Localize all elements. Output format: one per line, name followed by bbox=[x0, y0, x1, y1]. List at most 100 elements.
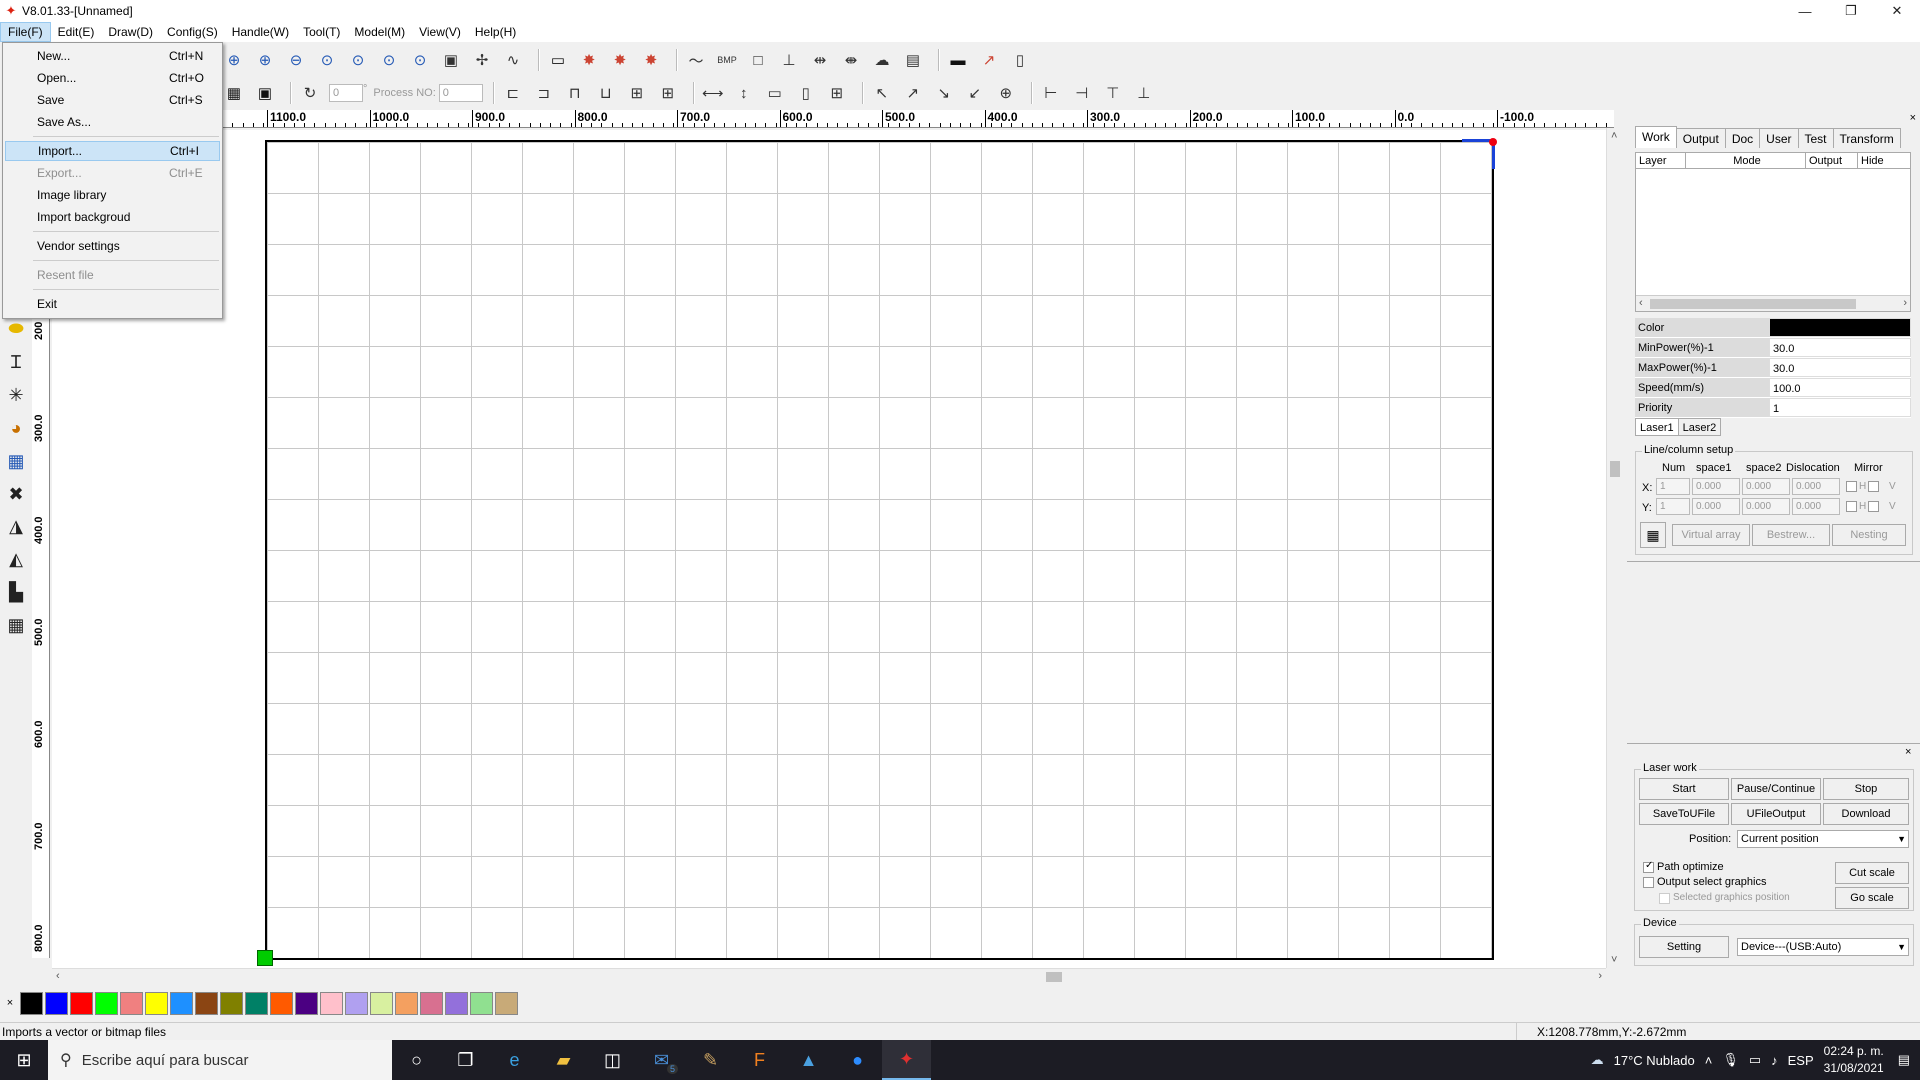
menu-item-exit[interactable]: Exit bbox=[5, 294, 220, 314]
menu-item-save[interactable]: Save Ctrl+S bbox=[5, 90, 220, 110]
menu-view[interactable]: View(V) bbox=[412, 22, 468, 42]
corner-tr-icon[interactable]: ↗ bbox=[901, 81, 925, 105]
scroll-up-icon[interactable]: ˄ bbox=[1611, 130, 1617, 142]
stop-button[interactable]: Stop bbox=[1823, 778, 1909, 800]
array-setup-icon[interactable]: ▦ bbox=[1640, 522, 1666, 548]
smooth-curve-icon[interactable]: 〜 bbox=[684, 48, 708, 72]
hide-col-header[interactable]: Hide bbox=[1858, 153, 1910, 168]
color-swatch[interactable] bbox=[170, 991, 193, 1015]
tab-laser1[interactable]: Laser1 bbox=[1635, 418, 1679, 436]
mirror-h-icon[interactable]: ◮ bbox=[3, 515, 29, 538]
horizontal-scrollbar[interactable]: ‹ › bbox=[52, 968, 1606, 984]
nesting-button[interactable]: Nesting bbox=[1832, 524, 1906, 546]
menu-handle[interactable]: Handle(W) bbox=[225, 22, 296, 42]
frame-tool-icon[interactable]: ▙ bbox=[3, 581, 29, 604]
menu-item-export[interactable]: Export... Ctrl+E bbox=[5, 163, 220, 183]
document-icon[interactable]: ▤ bbox=[901, 48, 925, 72]
node-edit-icon[interactable]: ✢ bbox=[470, 48, 494, 72]
color-swatch[interactable] bbox=[370, 991, 393, 1015]
space-v-icon[interactable]: ▯ bbox=[794, 81, 818, 105]
color-swatch[interactable] bbox=[195, 991, 218, 1015]
align-center-h-icon[interactable]: ⊞ bbox=[625, 81, 649, 105]
color-swatch[interactable] bbox=[395, 991, 418, 1015]
align-top-icon[interactable]: ⊓ bbox=[563, 81, 587, 105]
menu-item-save-as[interactable]: Save As... bbox=[5, 112, 220, 132]
process-no-input[interactable]: 0 bbox=[438, 84, 483, 102]
rotate-input[interactable]: 0 bbox=[329, 84, 363, 102]
tab-transform[interactable]: Transform bbox=[1832, 128, 1901, 148]
array-copy-icon[interactable]: ✸ bbox=[608, 48, 632, 72]
maximize-button[interactable]: ❐ bbox=[1828, 0, 1874, 22]
work-area[interactable] bbox=[265, 140, 1494, 960]
store-icon[interactable]: ◫ bbox=[588, 1040, 637, 1080]
task-view-icon[interactable]: ❐ bbox=[441, 1040, 490, 1080]
color-swatch[interactable] bbox=[470, 991, 493, 1015]
corner-bl-icon[interactable]: ↙ bbox=[963, 81, 987, 105]
menu-model[interactable]: Model(M) bbox=[347, 22, 412, 42]
zoom-app-icon[interactable]: ● bbox=[833, 1040, 882, 1080]
tree-icon[interactable]: ⊥ bbox=[777, 48, 801, 72]
point-tool-icon[interactable]: ✳ bbox=[3, 384, 29, 407]
color-swatch[interactable] bbox=[445, 991, 468, 1015]
y-num-input[interactable]: 1 bbox=[1656, 498, 1690, 515]
text-tool-icon[interactable]: Ɪ bbox=[3, 350, 29, 374]
y-mirror-v-checkbox[interactable] bbox=[1868, 501, 1879, 512]
color-value-swatch[interactable] bbox=[1769, 318, 1911, 337]
delete-tool-icon[interactable]: ✖ bbox=[3, 483, 29, 506]
volume-icon[interactable]: ♪ bbox=[1771, 1053, 1778, 1068]
mirror-v-icon[interactable]: ◭ bbox=[3, 548, 29, 571]
panel-close-icon[interactable]: × bbox=[1910, 112, 1916, 124]
distribute-v-icon[interactable]: ⇼ bbox=[839, 48, 863, 72]
file-app-icon[interactable]: F bbox=[735, 1040, 784, 1080]
zoom-out-icon[interactable]: ⊖ bbox=[284, 48, 308, 72]
color-swatch[interactable] bbox=[70, 991, 93, 1015]
position-select[interactable]: Current position ▼ bbox=[1737, 830, 1909, 848]
path-optimize-checkbox[interactable] bbox=[1643, 860, 1654, 873]
array-icon[interactable]: ✸ bbox=[577, 48, 601, 72]
lock-icon[interactable]: ▦ bbox=[222, 81, 246, 105]
device-setting-button[interactable]: Setting bbox=[1639, 936, 1729, 958]
horizontal-scroll-thumb[interactable] bbox=[1046, 972, 1062, 982]
tab-user[interactable]: User bbox=[1759, 128, 1799, 148]
menu-help[interactable]: Help(H) bbox=[468, 22, 523, 42]
network-icon[interactable]: ▭ bbox=[1749, 1052, 1761, 1068]
zoom-in-icon[interactable]: ⊕ bbox=[222, 48, 246, 72]
scroll-left-icon[interactable]: ‹ bbox=[56, 970, 60, 982]
menu-item-vendor-settings[interactable]: Vendor settings bbox=[5, 236, 220, 256]
grid-tool-icon[interactable]: ▦ bbox=[3, 450, 29, 473]
grid-align-icon[interactable]: ⊞ bbox=[825, 81, 849, 105]
y-mirror-h-checkbox[interactable] bbox=[1846, 501, 1857, 512]
bitmap-icon[interactable]: BMP bbox=[715, 48, 739, 72]
menu-item-new[interactable]: New... Ctrl+N bbox=[5, 46, 220, 66]
cloud-icon[interactable]: ☁ bbox=[870, 48, 894, 72]
menu-item-import[interactable]: Import... Ctrl+I bbox=[5, 141, 220, 161]
clock[interactable]: 02:24 p. m. 31/08/2021 bbox=[1824, 1043, 1884, 1077]
close-button[interactable]: ✕ bbox=[1874, 0, 1920, 22]
weather-text[interactable]: 17°C Nublado bbox=[1614, 1053, 1695, 1068]
menu-tool[interactable]: Tool(T) bbox=[296, 22, 347, 42]
menu-edit[interactable]: Edit(E) bbox=[51, 22, 102, 42]
ellipse-tool-icon[interactable]: ⬬ bbox=[3, 317, 29, 340]
pause-continue-button[interactable]: Pause/Continue bbox=[1731, 778, 1821, 800]
color-swatch[interactable] bbox=[295, 991, 318, 1015]
bestrew-button[interactable]: Bestrew... bbox=[1752, 524, 1830, 546]
edge-icon[interactable]: e bbox=[490, 1040, 539, 1080]
color-swatch[interactable] bbox=[145, 991, 168, 1015]
layer-table-scrollbar[interactable]: ‹ › bbox=[1636, 295, 1910, 311]
rectangle-icon[interactable]: □ bbox=[746, 48, 770, 72]
menu-item-recent-file[interactable]: Resent file bbox=[5, 265, 220, 285]
color-swatch[interactable] bbox=[20, 991, 43, 1015]
drawing-canvas[interactable] bbox=[52, 130, 1606, 968]
align-bottom-icon[interactable]: ⊔ bbox=[594, 81, 618, 105]
tab-laser2[interactable]: Laser2 bbox=[1677, 418, 1722, 436]
download-button[interactable]: Download bbox=[1823, 803, 1909, 825]
menu-item-import-background[interactable]: Import backgroud bbox=[5, 207, 220, 227]
max-power-field[interactable]: 30.0 bbox=[1769, 358, 1911, 377]
menu-item-open[interactable]: Open... Ctrl+O bbox=[5, 68, 220, 88]
select-frame-icon[interactable]: ▣ bbox=[439, 48, 463, 72]
same-width-icon[interactable]: ⟷ bbox=[701, 81, 725, 105]
min-power-field[interactable]: 30.0 bbox=[1769, 338, 1911, 357]
x-space1-input[interactable]: 0.000 bbox=[1692, 478, 1740, 495]
image-tool-icon[interactable]: ◕ bbox=[3, 417, 29, 440]
go-scale-button[interactable]: Go scale bbox=[1835, 887, 1909, 909]
